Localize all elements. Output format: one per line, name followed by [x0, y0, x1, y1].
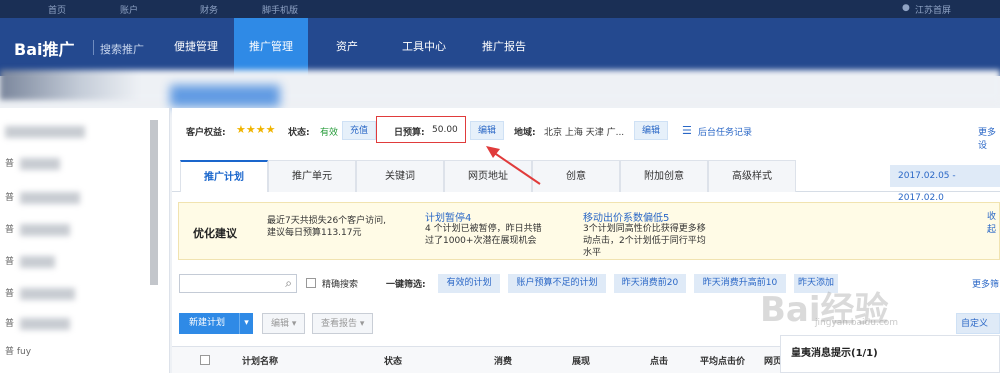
- view-report-button[interactable]: 查看报告 ▾: [312, 313, 374, 334]
- top-link-account[interactable]: 账户: [120, 3, 138, 16]
- logo-subtitle: 搜索推广: [100, 43, 144, 56]
- filter-chip-budget[interactable]: 账户预算不足的计划: [508, 274, 606, 293]
- sidebar-item[interactable]: 普: [5, 254, 14, 268]
- advice-text-3c: 水平: [583, 248, 602, 258]
- task-log-link[interactable]: 后台任务记录: [698, 125, 752, 138]
- quick-filter-label: 一键筛选:: [386, 280, 426, 290]
- blurred-region: [0, 70, 1000, 100]
- budget-edit-button[interactable]: 编辑: [470, 121, 505, 140]
- sidebar-item[interactable]: 普: [5, 316, 14, 330]
- logo-divider: [93, 40, 94, 55]
- status-value: 有效: [320, 128, 339, 138]
- sidebar: 普 普 普 普 普 普 普 fuy: [0, 108, 170, 373]
- more-filter-link[interactable]: 更多筛: [972, 277, 999, 290]
- advice-link-paused[interactable]: 计划暂停4: [425, 209, 471, 224]
- top-link-home[interactable]: 首页: [48, 3, 66, 16]
- status-label: 状态:: [288, 128, 310, 138]
- select-all-checkbox[interactable]: [200, 355, 210, 365]
- main-panel: 客户权益: ★★★★ 状态: 有效 充值 日预算: 50.00 编辑 地域: 北…: [172, 108, 1000, 373]
- top-link-mobile[interactable]: 脚手机版: [262, 3, 298, 16]
- blurred-item: [20, 288, 75, 300]
- message-popup[interactable]: 皇夷消息提示(1/1): [780, 335, 1000, 373]
- sidebar-scrollbar[interactable]: [150, 120, 158, 285]
- user-name[interactable]: 江苏首屏: [915, 3, 951, 16]
- more-settings-link[interactable]: 更多设: [978, 125, 1000, 151]
- advice-text-2b: 过了1000+次潜在展现机会: [425, 236, 537, 246]
- advice-title: 优化建议: [193, 227, 237, 240]
- exact-search-label: 精确搜索: [322, 280, 359, 290]
- nav-assets[interactable]: 资产: [316, 18, 378, 76]
- tab-keyword[interactable]: 关键词: [356, 160, 444, 192]
- annotation-arrow-icon: [486, 146, 541, 185]
- th-avg-cpc[interactable]: 平均点击价: [700, 354, 745, 367]
- blurred-account-name: [170, 85, 280, 107]
- blurred-item: [5, 126, 85, 138]
- date-range-picker[interactable]: 2017.02.05 - 2017.02.0: [890, 165, 1000, 203]
- advice-collapse-link[interactable]: 收起: [987, 209, 999, 235]
- th-clicks[interactable]: 点击: [650, 354, 668, 367]
- edit-button[interactable]: 编辑 ▾: [262, 313, 306, 334]
- nav-tool-center[interactable]: 工具中心: [386, 18, 462, 76]
- region-label: 地域:: [514, 128, 536, 138]
- sidebar-item[interactable]: 普: [5, 286, 14, 300]
- tab-campaign[interactable]: 推广计划: [180, 160, 268, 192]
- recharge-button[interactable]: 充值: [342, 121, 377, 140]
- rights-label: 客户权益:: [186, 128, 226, 138]
- search-input[interactable]: ⌕: [179, 274, 297, 293]
- new-campaign-button[interactable]: 新建计划 ▾: [179, 313, 253, 334]
- advice-text-3: 3个计划同高性价比获得更多移: [583, 224, 706, 234]
- search-icon[interactable]: ⌕: [285, 276, 292, 291]
- blurred-item: [20, 318, 70, 330]
- tab-advanced-style[interactable]: 高级样式: [708, 160, 796, 192]
- nav-quick-manage[interactable]: 便捷管理: [160, 18, 232, 76]
- sidebar-item[interactable]: 普 fuy: [5, 344, 31, 358]
- th-name[interactable]: 计划名称: [242, 354, 278, 367]
- sidebar-item[interactable]: 普: [5, 222, 14, 236]
- top-link-finance[interactable]: 财务: [200, 3, 218, 16]
- optimization-advice: 优化建议 最近7天共损失26个客户访问, 建议每日预算113.17元 计划暂停4…: [178, 202, 1000, 260]
- rights-stars-icon: ★★★★: [236, 123, 276, 136]
- edit-label: 编辑: [271, 319, 290, 329]
- customize-button[interactable]: 自定义: [956, 313, 1000, 334]
- blurred-item: [20, 224, 70, 236]
- user-icon[interactable]: ●: [902, 3, 910, 13]
- tab-unit[interactable]: 推广单元: [268, 160, 356, 192]
- blurred-item: [20, 256, 55, 268]
- list-icon: ☰: [682, 124, 692, 137]
- sidebar-item[interactable]: 普: [5, 156, 14, 170]
- advice-text-3b: 动点击，2个计划低于同行平均: [583, 236, 706, 246]
- filter-chip-active[interactable]: 有效的计划: [438, 274, 500, 293]
- sidebar-item[interactable]: 普: [5, 190, 14, 204]
- top-bar: 首页 账户 财务 脚手机版 ● 江苏首屏: [0, 0, 1000, 18]
- region-edit-button[interactable]: 编辑: [634, 121, 669, 140]
- blurred-item: [20, 158, 60, 170]
- advice-text-1b: 建议每日预算113.17元: [267, 228, 362, 238]
- tab-extra-creative[interactable]: 附加创意: [620, 160, 708, 192]
- advice-text-1: 最近7天共损失26个客户访问,: [267, 216, 387, 226]
- nav-promotion-manage[interactable]: 推广管理: [234, 18, 308, 76]
- advice-text-2: 4 个计划已被暂停，昨日共错: [425, 224, 542, 234]
- view-report-label: 查看报告: [321, 319, 358, 329]
- filter-chip-top20[interactable]: 昨天消费前20: [614, 274, 686, 293]
- budget-highlight-box: [376, 116, 466, 143]
- chevron-down-icon[interactable]: ▾: [239, 313, 253, 334]
- tab-bar: 推广计划 推广单元 关键词 网页地址 创意 附加创意 高级样式 2017.02.…: [172, 160, 1000, 203]
- popup-title: 皇夷消息提示(1/1): [791, 348, 878, 359]
- advice-link-mobile[interactable]: 移动出价系数偏低5: [583, 209, 669, 224]
- baidu-logo[interactable]: Bai推广: [14, 36, 74, 60]
- nav-report[interactable]: 推广报告: [466, 18, 542, 76]
- th-cost[interactable]: 消费: [494, 354, 512, 367]
- new-campaign-label: 新建计划: [189, 318, 226, 328]
- th-status[interactable]: 状态: [384, 354, 402, 367]
- main-nav: Bai推广 搜索推广 便捷管理 推广管理 资产 工具中心 推广报告: [0, 18, 1000, 76]
- exact-search-checkbox[interactable]: [306, 278, 316, 288]
- watermark-url: jingyan.baidu.com: [815, 318, 899, 328]
- blurred-item: [20, 192, 80, 204]
- region-value: 北京 上海 天津 广...: [544, 128, 625, 138]
- account-info-bar: 客户权益: ★★★★ 状态: 有效 充值 日预算: 50.00 编辑 地域: 北…: [172, 120, 1000, 151]
- th-impressions[interactable]: 展现: [572, 354, 590, 367]
